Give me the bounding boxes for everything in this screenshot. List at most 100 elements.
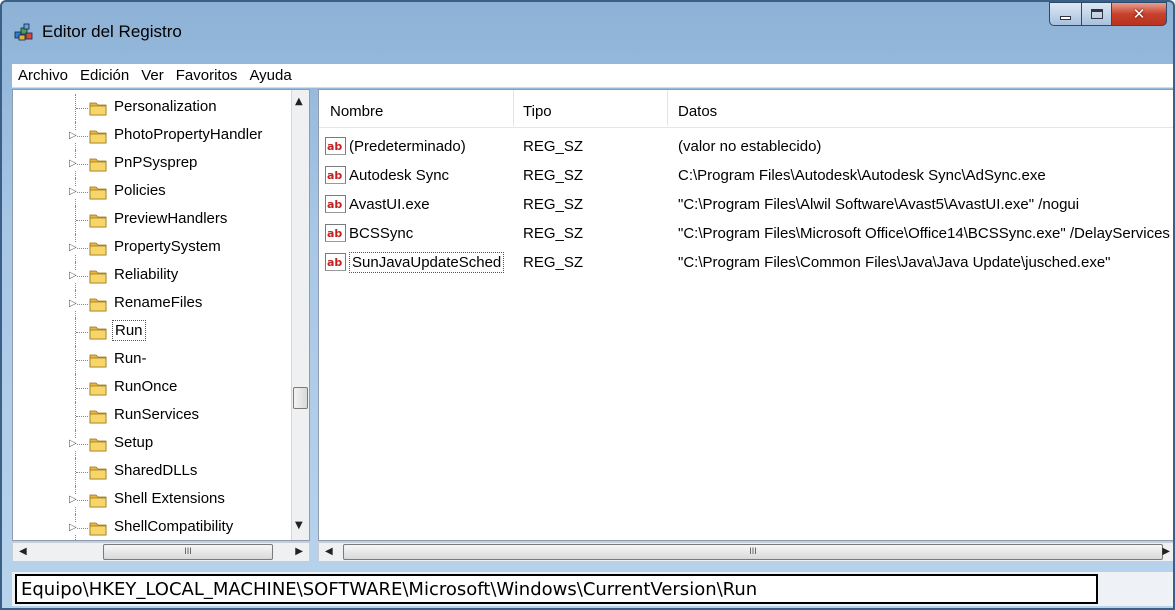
folder-icon: [89, 352, 107, 368]
tree-item-label[interactable]: Run: [112, 320, 146, 341]
tree-hscroll-thumb[interactable]: III: [103, 544, 273, 560]
tree-item-label[interactable]: Shell Extensions: [112, 490, 227, 507]
tree-item[interactable]: SharedDLLs: [13, 458, 283, 486]
tree-item[interactable]: ▷ ShellCompatibility: [13, 514, 283, 540]
tree-item[interactable]: ▷ PropertySystem: [13, 234, 283, 262]
close-icon: ✕: [1132, 5, 1146, 23]
tree-item[interactable]: PreviewHandlers: [13, 206, 283, 234]
tree-item-label[interactable]: Setup: [112, 434, 155, 451]
menu-archivo[interactable]: Archivo: [12, 67, 74, 84]
registry-tree[interactable]: Personalization ▷ PhotoPropertyHandler ▷ PnP…: [12, 89, 310, 541]
value-name[interactable]: BCSSync: [349, 225, 413, 242]
window-title: Editor del Registro: [42, 22, 182, 41]
tree-item[interactable]: ▷ PnPSysprep: [13, 150, 283, 178]
column-divider[interactable]: [667, 90, 668, 126]
expand-arrow-icon[interactable]: ▷: [69, 522, 77, 534]
maximize-button[interactable]: [1082, 2, 1112, 26]
column-divider[interactable]: [513, 90, 514, 126]
registry-editor-icon: [14, 23, 33, 41]
tree-item-label[interactable]: RunServices: [112, 406, 201, 423]
minimize-button[interactable]: [1049, 2, 1082, 26]
tree-item[interactable]: ▷ Shell Extensions: [13, 486, 283, 514]
column-header-name[interactable]: Nombre: [330, 103, 383, 120]
menu-ayuda[interactable]: Ayuda: [243, 67, 297, 84]
scroll-right-arrow-icon[interactable]: ▶: [295, 546, 303, 557]
reg-sz-icon: ab: [325, 137, 346, 155]
folder-icon: [89, 380, 107, 396]
menu-bar: Archivo Edición Ver Favoritos Ayuda: [12, 64, 1173, 88]
value-name[interactable]: AvastUI.exe: [349, 196, 430, 213]
reg-sz-icon: ab: [325, 253, 346, 271]
tree-item-label[interactable]: SharedDLLs: [112, 462, 199, 479]
value-name[interactable]: (Predeterminado): [349, 138, 466, 155]
tree-item-label[interactable]: Personalization: [112, 98, 219, 115]
value-type: REG_SZ: [523, 254, 584, 271]
tree-item[interactable]: ▷ RenameFiles: [13, 290, 283, 318]
expand-arrow-icon[interactable]: ▷: [69, 438, 77, 450]
value-name[interactable]: Autodesk Sync: [349, 167, 449, 184]
tree-guide-line: [76, 304, 88, 305]
expand-arrow-icon[interactable]: ▷: [69, 158, 77, 170]
tree-item-label[interactable]: RenameFiles: [112, 294, 204, 311]
scroll-right-arrow-icon[interactable]: ▶: [1162, 546, 1170, 557]
scroll-up-arrow-icon[interactable]: ▲: [295, 96, 303, 107]
tree-guide-line: [76, 332, 88, 333]
tree-item[interactable]: ▷ PhotoPropertyHandler: [13, 122, 283, 150]
column-headers: Nombre Tipo Datos: [319, 90, 1173, 128]
tree-item-label[interactable]: Reliability: [112, 266, 180, 283]
value-row[interactable]: ab AvastUI.exe REG_SZ "C:\Program Files\Alw…: [319, 191, 1173, 219]
scroll-left-arrow-icon[interactable]: ◀: [325, 546, 333, 557]
folder-icon: [89, 464, 107, 480]
scroll-left-arrow-icon[interactable]: ◀: [19, 546, 27, 557]
column-header-data[interactable]: Datos: [678, 103, 717, 120]
close-button[interactable]: ✕: [1112, 2, 1167, 26]
folder-icon: [89, 408, 107, 424]
folder-icon: [89, 128, 107, 144]
tree-item[interactable]: ▷ Policies: [13, 178, 283, 206]
tree-item-label[interactable]: Run-: [112, 350, 149, 367]
value-row[interactable]: ab BCSSync REG_SZ "C:\Program Files\Microso…: [319, 220, 1173, 248]
tree-item[interactable]: Run: [13, 318, 283, 346]
tree-item[interactable]: RunServices: [13, 402, 283, 430]
menu-ver[interactable]: Ver: [135, 67, 170, 84]
value-row[interactable]: ab (Predeterminado) REG_SZ (valor no establ…: [319, 133, 1173, 161]
tree-item-label[interactable]: ShellCompatibility: [112, 518, 235, 535]
expand-arrow-icon[interactable]: ▷: [69, 186, 77, 198]
value-row[interactable]: ab SunJavaUpdateSched REG_SZ "C:\Program Fi…: [319, 249, 1173, 277]
tree-scroll-thumb[interactable]: [293, 387, 308, 409]
value-type: REG_SZ: [523, 167, 584, 184]
folder-icon: [89, 240, 107, 256]
title-bar[interactable]: Editor del Registro ✕: [2, 2, 1173, 60]
expand-arrow-icon[interactable]: ▷: [69, 494, 77, 506]
tree-item[interactable]: Personalization: [13, 94, 283, 122]
folder-icon: [89, 184, 107, 200]
expand-arrow-icon[interactable]: ▷: [69, 270, 77, 282]
tree-item-label[interactable]: PhotoPropertyHandler: [112, 126, 264, 143]
tree-horizontal-scrollbar[interactable]: ◀ III ▶: [12, 542, 310, 562]
expand-arrow-icon[interactable]: ▷: [69, 130, 77, 142]
folder-icon: [89, 492, 107, 508]
tree-item-label[interactable]: PnPSysprep: [112, 154, 199, 171]
column-header-type[interactable]: Tipo: [523, 103, 552, 120]
value-row[interactable]: ab Autodesk Sync REG_SZ C:\Program Files\Au…: [319, 162, 1173, 190]
tree-item[interactable]: ▷ Setup: [13, 430, 283, 458]
tree-item-label[interactable]: RunOnce: [112, 378, 179, 395]
tree-guide-line: [76, 472, 88, 473]
tree-item[interactable]: RunOnce: [13, 374, 283, 402]
tree-item[interactable]: Run-: [13, 346, 283, 374]
menu-favoritos[interactable]: Favoritos: [170, 67, 244, 84]
expand-arrow-icon[interactable]: ▷: [69, 242, 77, 254]
tree-item-label[interactable]: Policies: [112, 182, 168, 199]
list-horizontal-scrollbar[interactable]: ◀ III ▶: [318, 542, 1173, 562]
values-list[interactable]: Nombre Tipo Datos ab (Predeterminado) REG_…: [318, 89, 1173, 541]
tree-vertical-scrollbar[interactable]: ▲ ▼: [291, 90, 309, 540]
expand-arrow-icon[interactable]: ▷: [69, 298, 77, 310]
scroll-down-arrow-icon[interactable]: ▼: [295, 520, 303, 531]
value-name[interactable]: SunJavaUpdateSched: [349, 252, 505, 273]
menu-edicion[interactable]: Edición: [74, 67, 135, 84]
tree-item[interactable]: ▷ Reliability: [13, 262, 283, 290]
tree-item-label[interactable]: PropertySystem: [112, 238, 223, 255]
tree-item-label[interactable]: PreviewHandlers: [112, 210, 229, 227]
list-hscroll-thumb[interactable]: III: [343, 544, 1163, 560]
tree-guide-line: [76, 388, 88, 389]
